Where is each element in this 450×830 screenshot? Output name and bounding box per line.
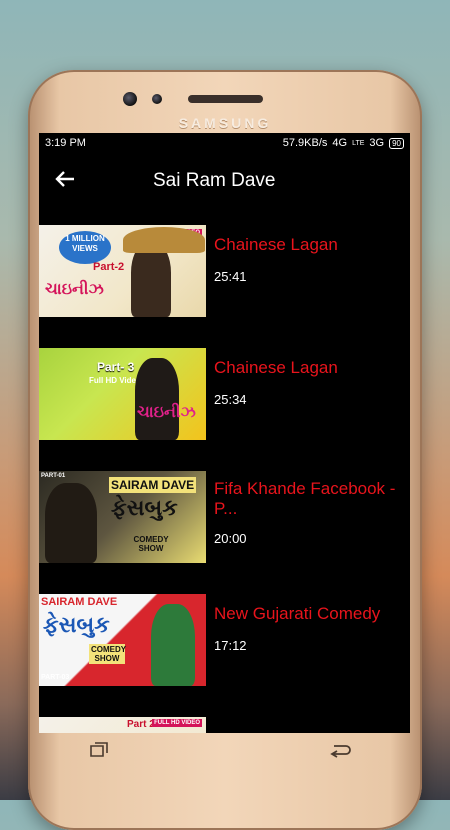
recent-apps-icon[interactable] <box>88 740 110 766</box>
performer-image <box>45 483 97 563</box>
thumb-title-art: ચાઇનીઝ <box>45 281 104 298</box>
list-item[interactable]: PART-01 SAIRAM DAVE ફેસબુક COMEDY SHOW F… <box>39 471 410 563</box>
video-thumbnail[interactable]: 1 MILLION VIEWS FULL HD VIDEO Part-2 ચાઇ… <box>39 225 206 317</box>
video-thumbnail[interactable]: SAIRAM DAVE ફેસબુક COMEDY SHOW PART-03 <box>39 594 206 686</box>
app-bar: Sai Ram Dave <box>39 153 410 209</box>
thumb-text: SAIRAM DAVE <box>41 596 118 608</box>
thumb-title-art: ચાઇનીઝ <box>137 404 196 421</box>
status-indicators: 57.9KB/s 4G LTE 3G 90 <box>283 137 404 149</box>
thumb-tag: PART-01 <box>41 473 66 479</box>
list-item[interactable]: 1 MILLION VIEWS FULL HD VIDEO Part-2 ચાઇ… <box>39 225 410 317</box>
thumb-text: Part 2 <box>127 719 155 730</box>
earpiece-speaker <box>188 95 263 103</box>
video-thumbnail[interactable]: Part 2 FULL HD VIDEO <box>39 717 206 733</box>
video-title[interactable]: Chainese Lagan <box>214 235 338 255</box>
thumb-text: Part- 3 <box>97 360 135 374</box>
sensor-icon <box>152 94 162 104</box>
video-duration: 20:00 <box>214 531 247 546</box>
arrow-left-icon[interactable] <box>39 168 91 194</box>
video-info: Chainese Lagan 25:41 <box>206 225 338 317</box>
video-title[interactable]: Fifa Khande Facebook - P... <box>214 479 410 519</box>
thumb-badge: Full HD Video <box>89 376 141 385</box>
video-title[interactable]: New Gujarati Comedy <box>214 604 380 624</box>
thumb-badge: 1 MILLION VIEWS <box>59 231 111 264</box>
video-duration: 25:34 <box>214 392 247 407</box>
thumb-text: SAIRAM DAVE <box>109 477 197 493</box>
video-info: Fifa Khande Facebook - P... 20:00 <box>206 471 410 563</box>
video-info: Chainese Lagan 25:34 <box>206 348 338 440</box>
video-title[interactable]: Chainese Lagan <box>214 358 338 378</box>
thumb-tag: PART-03 <box>41 674 70 681</box>
video-duration: 17:12 <box>214 638 247 653</box>
performer-image <box>131 243 171 317</box>
umbrella-image <box>123 227 205 253</box>
status-time: 3:19 PM <box>45 137 86 149</box>
signal-4g-label: 4G <box>332 137 348 149</box>
video-duration: 25:41 <box>214 269 247 284</box>
back-button-icon[interactable] <box>328 740 352 766</box>
volte-label: LTE <box>352 139 365 147</box>
battery-icon: 90 <box>389 137 404 149</box>
thumb-title-art: ફેસબુક <box>43 612 110 637</box>
list-item[interactable]: Part- 3 Full HD Video ચાઇનીઝ Chainese La… <box>39 348 410 440</box>
device-brand: SAMSUNG <box>178 115 272 131</box>
thumb-badge: COMEDY SHOW <box>133 535 169 553</box>
page-title: Sai Ram Dave <box>153 170 276 191</box>
network-speed: 57.9KB/s <box>282 137 328 149</box>
signal-3g-label: 3G <box>369 137 385 149</box>
thumb-title-art: ફેસબુક <box>111 495 178 520</box>
video-thumbnail[interactable]: PART-01 SAIRAM DAVE ફેસબુક COMEDY SHOW <box>39 471 206 563</box>
thumb-badge: COMEDY SHOW <box>89 644 127 664</box>
list-item[interactable]: Part 2 FULL HD VIDEO <box>39 717 410 733</box>
list-item[interactable]: SAIRAM DAVE ફેસબુક COMEDY SHOW PART-03 N… <box>39 594 410 686</box>
performer-image <box>135 358 179 440</box>
performer-image <box>151 604 195 686</box>
video-thumbnail[interactable]: Part- 3 Full HD Video ચાઇનીઝ <box>39 348 206 440</box>
thumb-tag: FULL HD VIDEO <box>152 719 202 727</box>
video-info: New Gujarati Comedy 17:12 <box>206 594 380 686</box>
thumb-text: Part-2 <box>93 261 125 273</box>
front-camera-icon <box>123 92 137 106</box>
video-info <box>206 717 214 733</box>
screen: 3:19 PM 57.9KB/s 4G LTE 3G 90 Sai Ram Da… <box>39 133 410 733</box>
status-bar: 3:19 PM 57.9KB/s 4G LTE 3G 90 <box>39 133 410 153</box>
